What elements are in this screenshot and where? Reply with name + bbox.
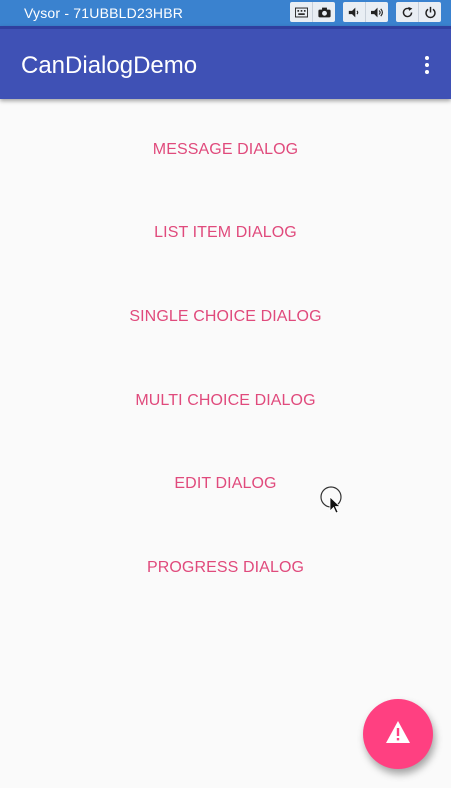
list-item-dialog-button[interactable]: LIST ITEM DIALOG [0,213,451,253]
capture-controls [290,2,335,22]
multi-choice-dialog-button[interactable]: MULTI CHOICE DIALOG [0,381,451,421]
power-icon[interactable] [419,2,441,22]
app-title: CanDialogDemo [21,52,198,79]
volume-down-icon[interactable] [343,2,366,22]
message-dialog-button[interactable]: MESSAGE DIALOG [0,130,451,170]
window-title-bar: Vysor - 71UBBLD23HBR [0,0,451,26]
warning-fab-button[interactable] [363,699,433,769]
window-title: Vysor - 71UBBLD23HBR [24,5,184,21]
app-bar: CanDialogDemo [0,26,451,99]
warning-icon [385,720,411,749]
volume-controls [343,2,388,22]
volume-up-icon[interactable] [366,2,388,22]
rotate-icon[interactable] [396,2,419,22]
progress-dialog-button[interactable]: PROGRESS DIALOG [0,548,451,588]
more-vert-icon[interactable] [415,53,439,77]
camera-icon[interactable] [313,2,335,22]
mouse-cursor-icon [320,486,344,514]
window-controls [290,2,441,22]
edit-dialog-button[interactable]: EDIT DIALOG [0,464,451,504]
keyboard-icon[interactable] [290,2,313,22]
device-controls [396,2,441,22]
single-choice-dialog-button[interactable]: SINGLE CHOICE DIALOG [0,297,451,337]
